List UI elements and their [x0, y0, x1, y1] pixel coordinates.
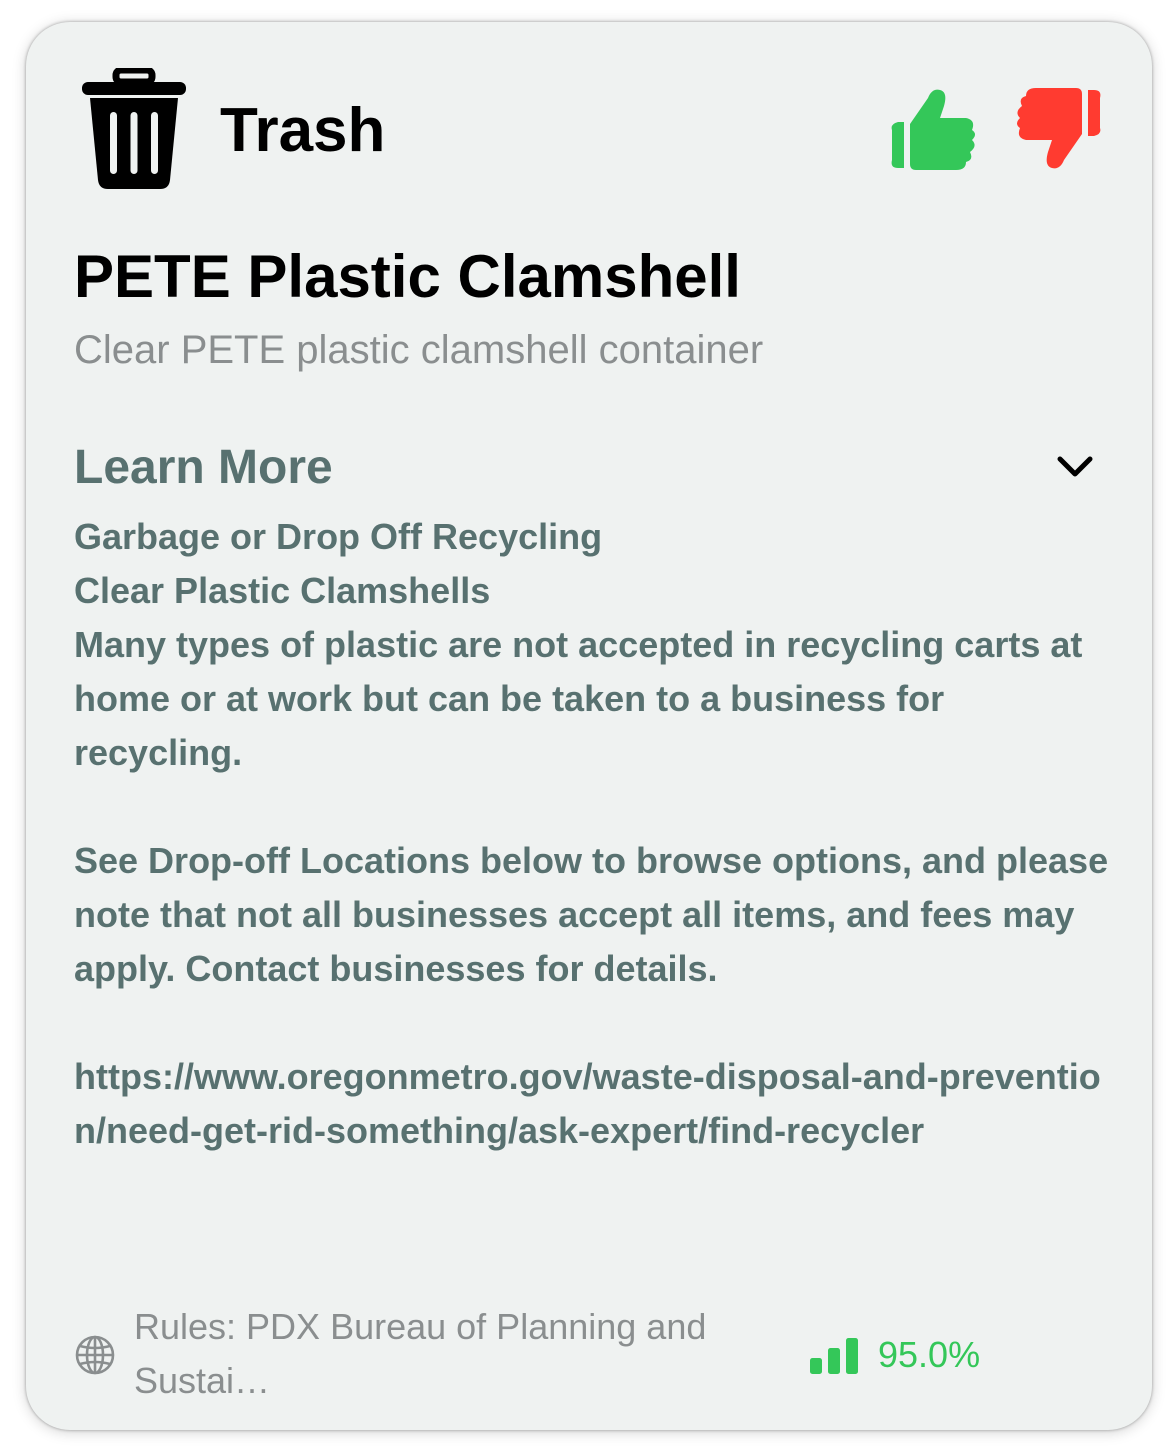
thumbs-down-button[interactable] — [1016, 84, 1104, 174]
result-card: Trash PETE Plastic Clamshell Clear PETE … — [26, 22, 1152, 1430]
learn-more-details: Garbage or Drop Off Recycling Clear Plas… — [74, 510, 1114, 1158]
item-title: PETE Plastic Clamshell — [74, 243, 741, 310]
details-paragraph-1: Many types of plastic are not accepted i… — [74, 624, 1083, 773]
material-name: Clear Plastic Clamshells — [74, 570, 491, 611]
details-paragraph-2: See Drop-off Locations below to browse o… — [74, 840, 1109, 989]
item-subtitle: Clear PETE plastic clamshell container — [74, 328, 764, 372]
category-label: Trash — [220, 96, 386, 165]
trash-can-icon — [82, 68, 186, 189]
learn-more-label: Learn More — [74, 441, 333, 494]
signal-bars-icon — [810, 1338, 858, 1374]
details-link[interactable]: https://www.oregonmetro.gov/waste-dispos… — [74, 1050, 1114, 1158]
confidence-value: 95.0% — [878, 1334, 981, 1375]
card-header: Trash — [80, 68, 1104, 190]
card-footer: Rules: PDX Bureau of Planning and Sustai… — [74, 1300, 1104, 1410]
rules-source: Rules: PDX Bureau of Planning and Sustai… — [134, 1306, 707, 1401]
chevron-down-icon — [1057, 456, 1093, 477]
thumbs-up-button[interactable] — [888, 84, 976, 174]
disposal-method: Garbage or Drop Off Recycling — [74, 516, 603, 557]
learn-more-toggle[interactable]: Learn More — [74, 436, 1094, 500]
globe-icon — [75, 1335, 115, 1375]
